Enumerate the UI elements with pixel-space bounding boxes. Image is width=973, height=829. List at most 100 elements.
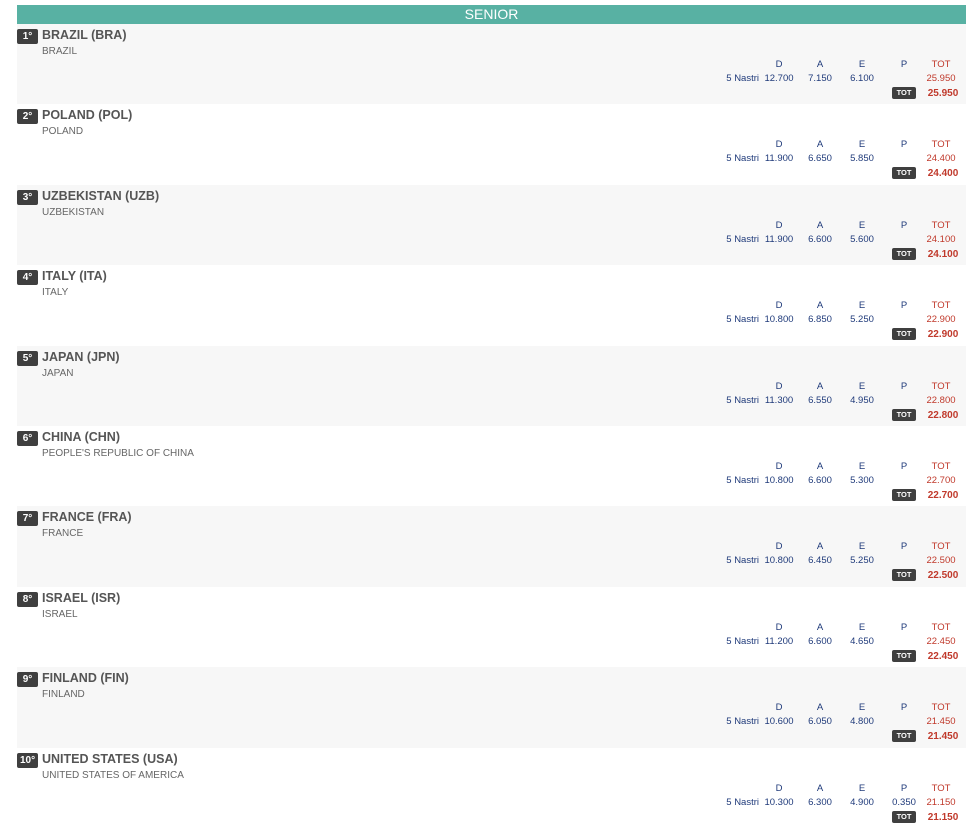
result-row[interactable]: 8° ISRAEL (ISR) ISRAEL D A E P TOT 5 Nas… (17, 587, 966, 667)
header-d: D (775, 219, 783, 231)
final-total: 24.400 (927, 168, 959, 180)
score-e: 4.900 (850, 796, 874, 808)
header-p: P (900, 460, 908, 472)
team-name[interactable]: ISRAEL (ISR) (42, 591, 120, 605)
header-tot: TOT (931, 380, 951, 392)
header-d: D (775, 541, 783, 553)
score-e: 5.250 (850, 314, 874, 326)
country-full-name: FRANCE (42, 528, 84, 540)
rank-badge: 10° (17, 752, 39, 768)
score-a: 6.300 (808, 796, 832, 808)
country-full-name: ISRAEL (42, 608, 78, 620)
country-full-name: JAPAN (42, 367, 74, 379)
team-name[interactable]: CHINA (CHN) (42, 430, 120, 444)
tot-badge: TOT (892, 810, 916, 823)
header-e: E (858, 380, 866, 392)
category-header: SENIOR (17, 5, 966, 24)
tot-badge: TOT (892, 488, 916, 501)
header-e: E (858, 460, 866, 472)
header-a: A (816, 782, 824, 794)
result-row[interactable]: 9° FINLAND (FIN) FINLAND D A E P TOT 5 N… (17, 667, 966, 748)
header-e: E (858, 300, 866, 312)
rank-badge: 9° (17, 672, 38, 688)
final-total: 21.150 (927, 811, 959, 823)
header-tot: TOT (931, 460, 951, 472)
header-a: A (816, 460, 824, 472)
header-p: P (900, 702, 908, 714)
result-row[interactable]: 10° UNITED STATES (USA) UNITED STATES OF… (17, 748, 966, 828)
header-tot: TOT (931, 702, 951, 714)
header-d: D (775, 782, 783, 794)
score-tot: 22.500 (926, 555, 956, 567)
tot-badge: TOT (892, 167, 916, 180)
country-full-name: FINLAND (42, 689, 85, 701)
result-row[interactable]: 5° JAPAN (JPN) JAPAN D A E P TOT 5 Nastr… (17, 345, 966, 426)
header-e: E (858, 621, 866, 633)
score-e: 4.950 (850, 394, 874, 406)
header-a: A (816, 702, 824, 714)
header-tot: TOT (931, 782, 951, 794)
apparatus-label: 5 Nastri (726, 555, 759, 567)
score-a: 6.650 (808, 153, 832, 165)
result-row[interactable]: 2° POLAND (POL) POLAND D A E P TOT 5 Nas… (17, 104, 966, 184)
header-p: P (900, 219, 908, 231)
country-full-name: ITALY (42, 287, 69, 299)
header-p: P (900, 621, 908, 633)
score-a: 6.550 (808, 394, 832, 406)
country-full-name: PEOPLE'S REPUBLIC OF CHINA (42, 447, 194, 459)
result-row[interactable]: 1° BRAZIL (BRA) BRAZIL D A E P TOT 5 Nas… (17, 24, 966, 105)
score-d: 12.700 (764, 73, 794, 84)
apparatus-label: 5 Nastri (726, 73, 759, 84)
header-tot: TOT (931, 139, 951, 151)
country-full-name: POLAND (42, 126, 84, 138)
apparatus-label: 5 Nastri (726, 233, 759, 245)
team-name[interactable]: FINLAND (FIN) (42, 671, 129, 685)
header-e: E (858, 702, 866, 714)
result-row[interactable]: 6° CHINA (CHN) PEOPLE'S REPUBLIC OF CHIN… (17, 426, 966, 506)
score-d: 11.300 (764, 394, 794, 406)
results-list: 1° BRAZIL (BRA) BRAZIL D A E P TOT 5 Nas… (17, 24, 966, 828)
result-row[interactable]: 3° UZBEKISTAN (UZB) UZBEKISTAN D A E P T… (17, 184, 966, 266)
header-p: P (900, 300, 908, 312)
score-d: 10.800 (764, 314, 794, 326)
team-name[interactable]: ITALY (ITA) (42, 269, 107, 283)
team-name[interactable]: JAPAN (JPN) (42, 350, 120, 364)
score-tot: 24.100 (926, 233, 956, 245)
final-total: 22.800 (927, 409, 959, 421)
team-name[interactable]: POLAND (POL) (42, 108, 132, 122)
header-e: E (858, 219, 866, 231)
rank-badge: 3° (17, 189, 38, 205)
score-tot: 25.950 (926, 73, 956, 84)
score-a: 6.600 (808, 635, 832, 647)
team-name[interactable]: FRANCE (FRA) (42, 510, 132, 524)
header-tot: TOT (931, 621, 951, 633)
team-name[interactable]: UZBEKISTAN (UZB) (42, 189, 159, 203)
rank-badge: 2° (17, 109, 38, 125)
score-a: 6.600 (808, 233, 832, 245)
header-tot: TOT (931, 541, 951, 553)
result-row[interactable]: 7° FRANCE (FRA) FRANCE D A E P TOT 5 Nas… (17, 506, 966, 587)
tot-badge: TOT (892, 408, 916, 421)
final-total: 24.100 (927, 248, 959, 260)
header-p: P (900, 380, 908, 392)
score-a: 6.850 (808, 314, 832, 326)
score-e: 6.100 (850, 73, 874, 84)
result-row[interactable]: 4° ITALY (ITA) ITALY D A E P TOT 5 Nastr… (17, 265, 966, 345)
final-total: 25.950 (927, 88, 959, 99)
score-tot: 22.900 (926, 314, 956, 326)
rank-badge: 1° (17, 29, 38, 44)
header-a: A (816, 139, 824, 151)
tot-badge: TOT (892, 328, 916, 341)
final-total: 22.900 (927, 329, 959, 341)
score-a: 6.450 (808, 555, 832, 567)
header-p: P (900, 782, 908, 794)
final-total: 21.450 (927, 731, 959, 743)
team-name[interactable]: BRAZIL (BRA) (42, 28, 126, 42)
score-d: 10.300 (764, 796, 794, 808)
header-e: E (858, 541, 866, 553)
apparatus-label: 5 Nastri (726, 314, 759, 326)
tot-badge: TOT (892, 569, 916, 582)
team-name[interactable]: UNITED STATES (USA) (42, 752, 178, 766)
score-tot: 22.700 (926, 474, 956, 486)
header-d: D (775, 621, 783, 633)
